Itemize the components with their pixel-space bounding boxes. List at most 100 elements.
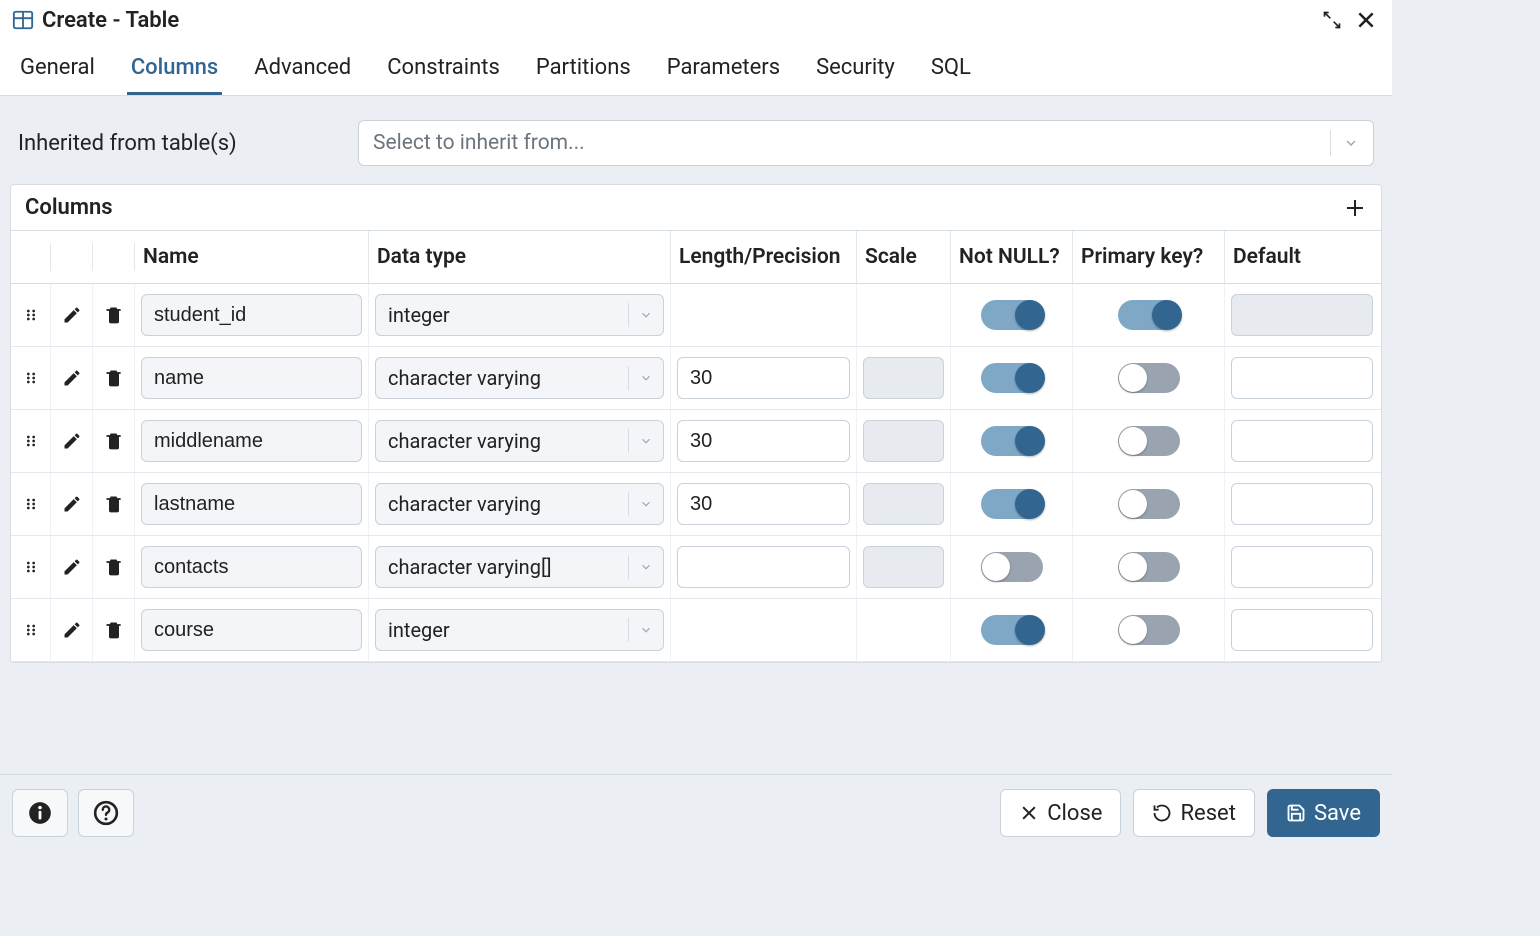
grid-header-drag <box>11 243 51 271</box>
datatype-select[interactable]: integer <box>375 294 664 336</box>
chevron-down-icon <box>628 429 653 453</box>
edit-row-button[interactable] <box>51 410 93 472</box>
delete-row-button[interactable] <box>93 536 135 598</box>
primarykey-toggle[interactable] <box>1118 363 1180 393</box>
drag-handle[interactable] <box>11 410 51 472</box>
add-column-button[interactable] <box>1343 196 1367 220</box>
datatype-value: character varying <box>388 429 541 453</box>
help-button[interactable] <box>78 789 134 837</box>
primarykey-toggle[interactable] <box>1118 426 1180 456</box>
datatype-select[interactable]: character varying[] <box>375 546 664 588</box>
close-icon <box>1019 803 1039 823</box>
drag-handle[interactable] <box>11 473 51 535</box>
inherited-from-row: Inherited from table(s) Select to inheri… <box>10 108 1382 184</box>
tab-general[interactable]: General <box>16 41 99 95</box>
column-name-input[interactable] <box>141 357 362 399</box>
tab-sql[interactable]: SQL <box>927 41 975 95</box>
table-icon <box>12 9 34 31</box>
close-button[interactable]: Close <box>1000 789 1121 837</box>
edit-row-button[interactable] <box>51 536 93 598</box>
columns-panel: Columns Name Data type Length/Precision … <box>10 184 1382 663</box>
edit-row-button[interactable] <box>51 284 93 346</box>
notnull-toggle[interactable] <box>981 552 1043 582</box>
length-input[interactable] <box>677 420 850 462</box>
reset-button-label: Reset <box>1180 801 1235 826</box>
close-window-button[interactable] <box>1352 6 1380 34</box>
grid-header-datatype: Data type <box>369 231 671 283</box>
drag-handle[interactable] <box>11 347 51 409</box>
tab-advanced[interactable]: Advanced <box>250 41 355 95</box>
datatype-select[interactable]: integer <box>375 609 664 651</box>
edit-row-button[interactable] <box>51 599 93 661</box>
column-name-input[interactable] <box>141 546 362 588</box>
datatype-select[interactable]: character varying <box>375 420 664 462</box>
datatype-value: character varying <box>388 366 541 390</box>
reset-button[interactable]: Reset <box>1133 789 1254 837</box>
notnull-toggle[interactable] <box>981 615 1043 645</box>
column-name-input[interactable] <box>141 483 362 525</box>
save-button[interactable]: Save <box>1267 789 1380 837</box>
chevron-down-icon <box>628 366 653 390</box>
grid-header-scale: Scale <box>857 231 951 283</box>
default-input <box>1231 294 1373 336</box>
grid-header-length: Length/Precision <box>671 231 857 283</box>
tab-security[interactable]: Security <box>812 41 899 95</box>
length-input[interactable] <box>677 546 850 588</box>
scale-input <box>863 420 944 462</box>
create-table-dialog: Create - Table General Columns Advanced Con… <box>0 0 1392 851</box>
drag-handle[interactable] <box>11 599 51 661</box>
drag-handle[interactable] <box>11 536 51 598</box>
tab-parameters[interactable]: Parameters <box>663 41 784 95</box>
info-button[interactable] <box>12 789 68 837</box>
delete-row-button[interactable] <box>93 473 135 535</box>
primarykey-toggle[interactable] <box>1118 552 1180 582</box>
edit-row-button[interactable] <box>51 347 93 409</box>
delete-row-button[interactable] <box>93 284 135 346</box>
length-input[interactable] <box>677 483 850 525</box>
inherited-from-select[interactable]: Select to inherit from... <box>358 120 1374 166</box>
titlebar: Create - Table <box>0 0 1392 41</box>
tabs-bar: General Columns Advanced Constraints Partiti… <box>0 41 1392 96</box>
grid-header-pk: Primary key? <box>1073 231 1225 283</box>
datatype-select[interactable]: character varying <box>375 483 664 525</box>
chevron-down-icon <box>628 492 653 516</box>
datatype-value: integer <box>388 303 450 327</box>
notnull-toggle[interactable] <box>981 489 1043 519</box>
column-row: character varying <box>11 473 1381 536</box>
primarykey-toggle[interactable] <box>1118 300 1180 330</box>
default-input[interactable] <box>1231 420 1373 462</box>
default-input[interactable] <box>1231 357 1373 399</box>
edit-row-button[interactable] <box>51 473 93 535</box>
tab-columns[interactable]: Columns <box>127 41 222 95</box>
column-row: character varying[] <box>11 536 1381 599</box>
drag-handle[interactable] <box>11 284 51 346</box>
primarykey-toggle[interactable] <box>1118 489 1180 519</box>
save-button-label: Save <box>1314 801 1361 826</box>
maximize-button[interactable] <box>1318 6 1346 34</box>
delete-row-button[interactable] <box>93 347 135 409</box>
delete-row-button[interactable] <box>93 410 135 472</box>
column-name-input[interactable] <box>141 609 362 651</box>
notnull-toggle[interactable] <box>981 300 1043 330</box>
primarykey-toggle[interactable] <box>1118 615 1180 645</box>
default-input[interactable] <box>1231 546 1373 588</box>
delete-row-button[interactable] <box>93 599 135 661</box>
column-row: character varying <box>11 347 1381 410</box>
notnull-toggle[interactable] <box>981 426 1043 456</box>
tab-constraints[interactable]: Constraints <box>383 41 504 95</box>
inherited-from-label: Inherited from table(s) <box>18 131 358 156</box>
datatype-select[interactable]: character varying <box>375 357 664 399</box>
tab-body-columns: Inherited from table(s) Select to inheri… <box>0 96 1392 774</box>
default-input[interactable] <box>1231 483 1373 525</box>
column-name-input[interactable] <box>141 420 362 462</box>
grid-header-edit <box>51 243 93 271</box>
grid-header-row: Name Data type Length/Precision Scale No… <box>11 231 1381 284</box>
datatype-value: character varying <box>388 492 541 516</box>
grid-header-default: Default <box>1225 231 1379 283</box>
default-input[interactable] <box>1231 609 1373 651</box>
column-name-input[interactable] <box>141 294 362 336</box>
length-input[interactable] <box>677 357 850 399</box>
tab-partitions[interactable]: Partitions <box>532 41 635 95</box>
notnull-toggle[interactable] <box>981 363 1043 393</box>
chevron-down-icon <box>628 555 653 579</box>
